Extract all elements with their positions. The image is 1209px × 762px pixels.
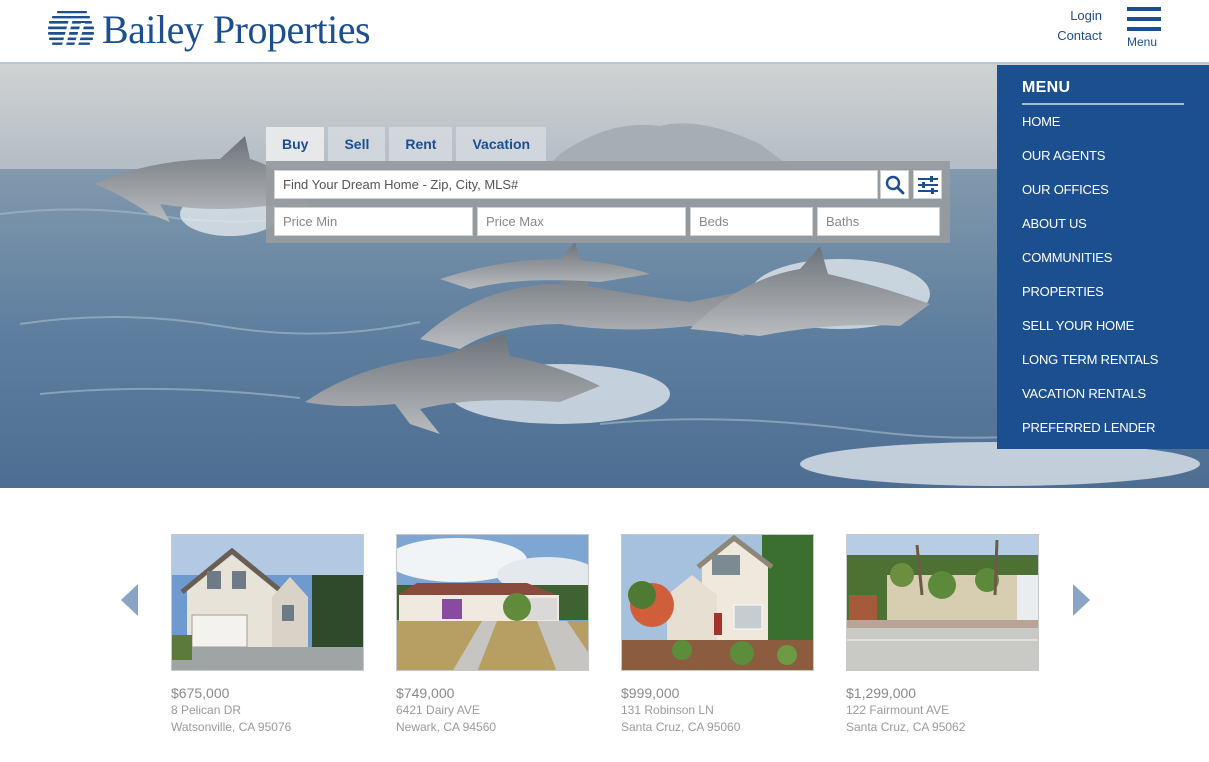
listing-card[interactable]: $999,000 131 Robinson LN Santa Cruz, CA …	[621, 534, 815, 736]
listing-card[interactable]: $1,299,000 122 Fairmount AVE Santa Cruz,…	[846, 534, 1040, 736]
tab-rent[interactable]: Rent	[389, 127, 453, 161]
menu-toggle-label: Menu	[1127, 35, 1158, 49]
menu-item-about-us[interactable]: ABOUT US	[1022, 213, 1158, 247]
listing-photo[interactable]	[171, 534, 364, 671]
menu-item-properties[interactable]: PROPERTIES	[1022, 281, 1158, 315]
listing-card[interactable]: $675,000 8 Pelican DR Watsonville, CA 95…	[171, 534, 365, 736]
listing-street: 131 Robinson LN	[621, 703, 714, 717]
search-input[interactable]	[274, 170, 878, 199]
baths-field[interactable]	[817, 207, 940, 236]
logo[interactable]: Bailey Properties	[47, 7, 371, 52]
listing-price: $1,299,000	[846, 685, 917, 701]
menu-item-sell-your-home[interactable]: SELL YOUR HOME	[1022, 315, 1158, 349]
advanced-filters-button[interactable]	[913, 170, 942, 199]
menu-toggle-button[interactable]: Menu	[1127, 7, 1163, 49]
logo-mark-icon	[48, 11, 94, 49]
listing-street: 6421 Dairy AVE	[396, 703, 480, 717]
side-menu: MENU HOME OUR AGENTS OUR OFFICES ABOUT U…	[997, 65, 1209, 449]
listing-city: Watsonville, CA 95076	[171, 720, 292, 734]
listing-price: $749,000	[396, 685, 455, 701]
listing-photo[interactable]	[621, 534, 814, 671]
side-menu-list: HOME OUR AGENTS OUR OFFICES ABOUT US COM…	[1022, 111, 1158, 451]
search-tabs: Buy Sell Rent Vacation	[266, 127, 550, 161]
listing-city: Santa Cruz, CA 95062	[846, 720, 966, 734]
menu-item-communities[interactable]: COMMUNITIES	[1022, 247, 1158, 281]
listing-city: Santa Cruz, CA 95060	[621, 720, 741, 734]
price-max-field[interactable]	[477, 207, 686, 236]
chevron-left-icon[interactable]	[121, 584, 138, 616]
side-menu-title: MENU	[1022, 79, 1071, 96]
header-links: Login Contact	[1057, 6, 1102, 46]
menu-item-our-offices[interactable]: OUR OFFICES	[1022, 179, 1158, 213]
menu-item-long-term-rentals[interactable]: LONG TERM RENTALS	[1022, 349, 1158, 383]
side-menu-divider	[1022, 103, 1184, 105]
listing-price: $675,000	[171, 685, 230, 701]
search-button[interactable]	[880, 170, 909, 199]
site-header: Bailey Properties Login Contact Menu	[0, 0, 1209, 64]
listing-street: 122 Fairmount AVE	[846, 703, 950, 717]
search-icon	[885, 175, 904, 194]
menu-item-home[interactable]: HOME	[1022, 111, 1158, 145]
chevron-right-icon[interactable]	[1073, 584, 1090, 616]
tab-sell[interactable]: Sell	[328, 127, 386, 161]
menu-item-preferred-lender[interactable]: PREFERRED LENDER	[1022, 417, 1158, 451]
menu-item-our-agents[interactable]: OUR AGENTS	[1022, 145, 1158, 179]
beds-field[interactable]	[690, 207, 813, 236]
hamburger-icon-bar	[1127, 17, 1161, 21]
search-panel	[266, 161, 950, 243]
filter-sliders-icon	[917, 175, 938, 194]
login-link[interactable]: Login	[1057, 6, 1102, 26]
tab-buy[interactable]: Buy	[266, 127, 325, 161]
hamburger-icon	[1127, 7, 1161, 11]
menu-item-vacation-rentals[interactable]: VACATION RENTALS	[1022, 383, 1158, 417]
brand-name: Bailey Properties	[102, 7, 371, 52]
listing-card[interactable]: $749,000 6421 Dairy AVE Newark, CA 94560	[396, 534, 590, 736]
listing-city: Newark, CA 94560	[396, 720, 497, 734]
listing-price: $999,000	[621, 685, 680, 701]
hamburger-icon-bar	[1127, 27, 1161, 31]
listing-photo[interactable]	[396, 534, 589, 671]
listing-street: 8 Pelican DR	[171, 703, 242, 717]
contact-link[interactable]: Contact	[1057, 26, 1102, 46]
listing-photo[interactable]	[846, 534, 1039, 671]
tab-vacation[interactable]: Vacation	[456, 127, 547, 161]
price-min-field[interactable]	[274, 207, 473, 236]
